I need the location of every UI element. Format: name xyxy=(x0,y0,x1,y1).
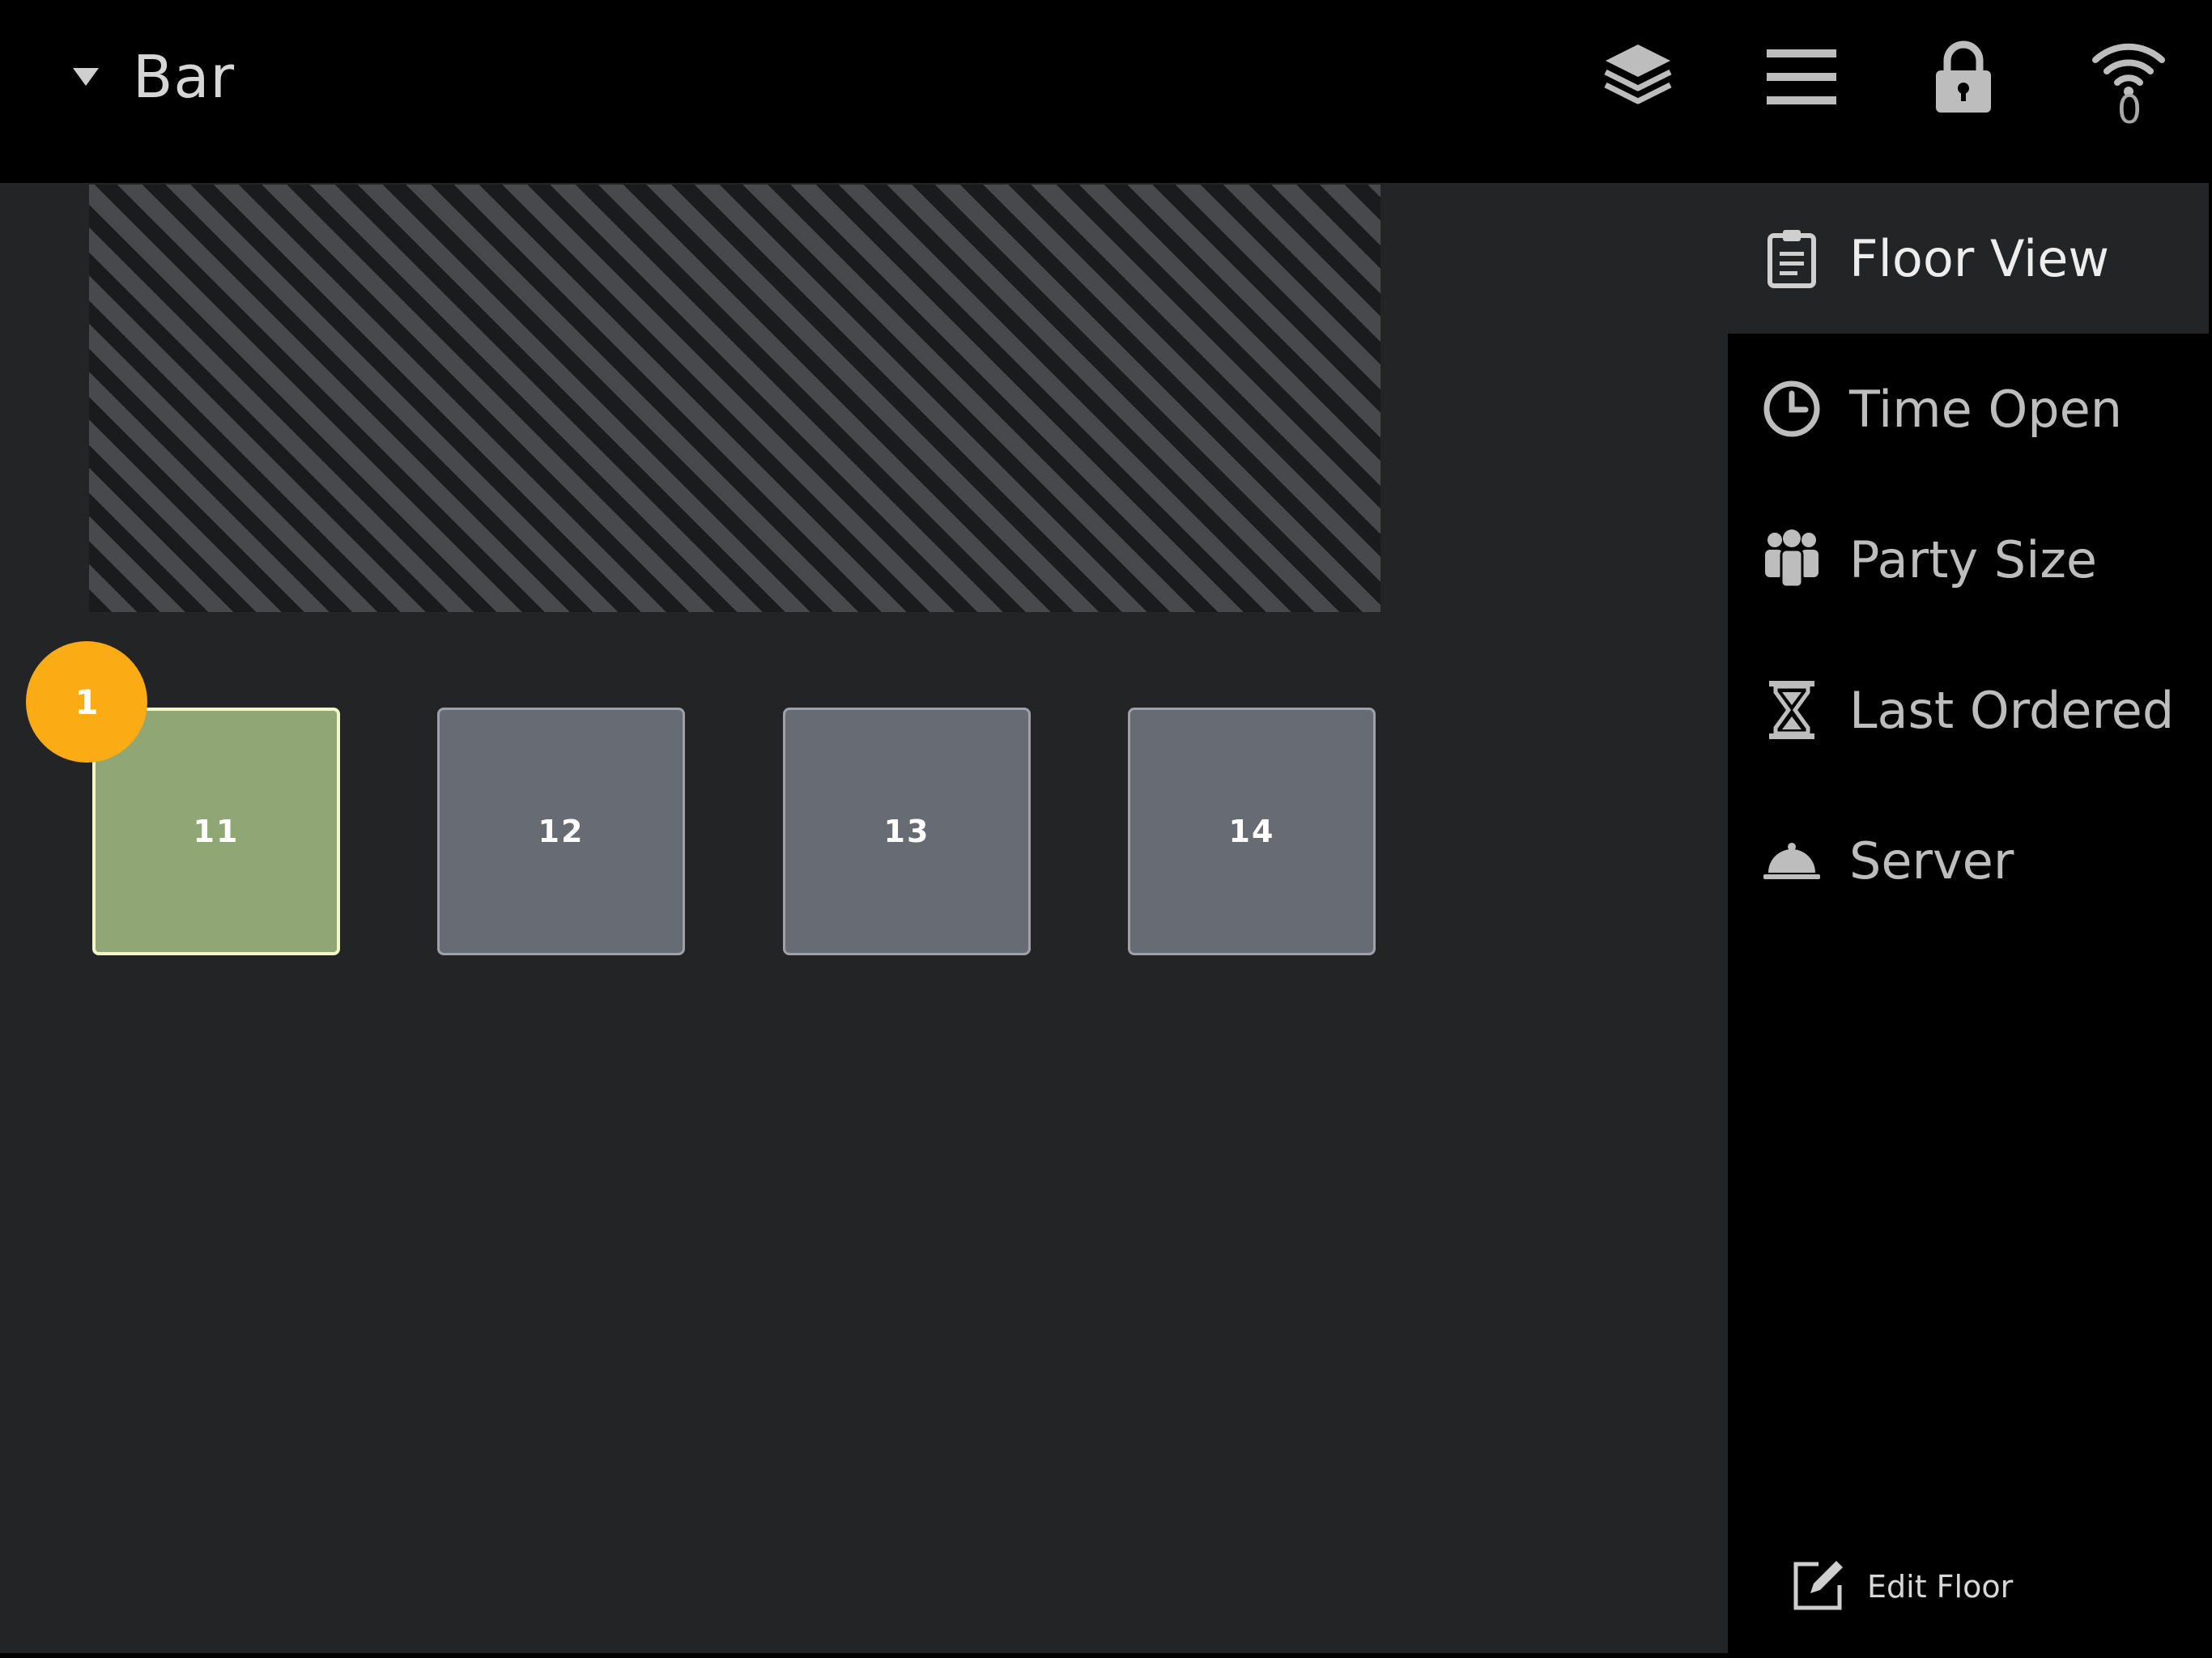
edit-icon xyxy=(1791,1558,1846,1616)
top-bar: Bar 0 xyxy=(0,0,2212,183)
table-14[interactable]: 14 xyxy=(1128,708,1376,955)
caret-down-icon xyxy=(73,68,99,86)
side-item-last-ordered[interactable]: Last Ordered xyxy=(1728,635,2209,785)
side-item-party-size[interactable]: Party Size xyxy=(1728,484,2209,635)
view-mode-panel: Floor View Time Open Party Size Last Ord… xyxy=(1728,183,2209,1648)
floor-canvas: 11 12 13 14 1 xyxy=(0,183,1728,1653)
clipboard-icon xyxy=(1755,222,1828,295)
layers-icon[interactable] xyxy=(1593,32,1682,121)
side-item-floor-view[interactable]: Floor View xyxy=(1728,183,2209,334)
table-number: 13 xyxy=(883,814,930,849)
side-item-label: Time Open xyxy=(1849,379,2123,439)
hourglass-icon xyxy=(1755,674,1828,746)
wifi-count: 0 xyxy=(2116,87,2142,133)
cloche-icon xyxy=(1755,824,1828,897)
edit-floor-button[interactable]: Edit Floor xyxy=(1791,1554,2013,1619)
table-number: 11 xyxy=(193,814,240,849)
table-number: 14 xyxy=(1228,814,1275,849)
menu-icon[interactable] xyxy=(1757,32,1846,121)
table-12[interactable]: 12 xyxy=(437,708,685,955)
table-13[interactable]: 13 xyxy=(783,708,1031,955)
side-item-label: Last Ordered xyxy=(1849,680,2175,740)
lock-icon[interactable] xyxy=(1919,32,2008,121)
app-window: Bar 0 11 12 13 14 1 Floor View Time Open… xyxy=(0,0,2212,1658)
side-item-server[interactable]: Server xyxy=(1728,785,2209,936)
table-number: 12 xyxy=(538,814,585,849)
area-selector[interactable]: Bar xyxy=(73,32,235,121)
bar-counter xyxy=(89,185,1380,612)
side-item-label: Party Size xyxy=(1849,529,2098,589)
edit-floor-label: Edit Floor xyxy=(1867,1569,2014,1605)
side-item-label: Floor View xyxy=(1849,228,2110,288)
side-item-time-open[interactable]: Time Open xyxy=(1728,334,2209,484)
side-item-label: Server xyxy=(1849,831,2014,891)
clock-icon xyxy=(1755,372,1828,445)
area-title: Bar xyxy=(133,43,236,111)
party-size-badge: 1 xyxy=(26,641,147,763)
people-icon xyxy=(1755,523,1828,596)
